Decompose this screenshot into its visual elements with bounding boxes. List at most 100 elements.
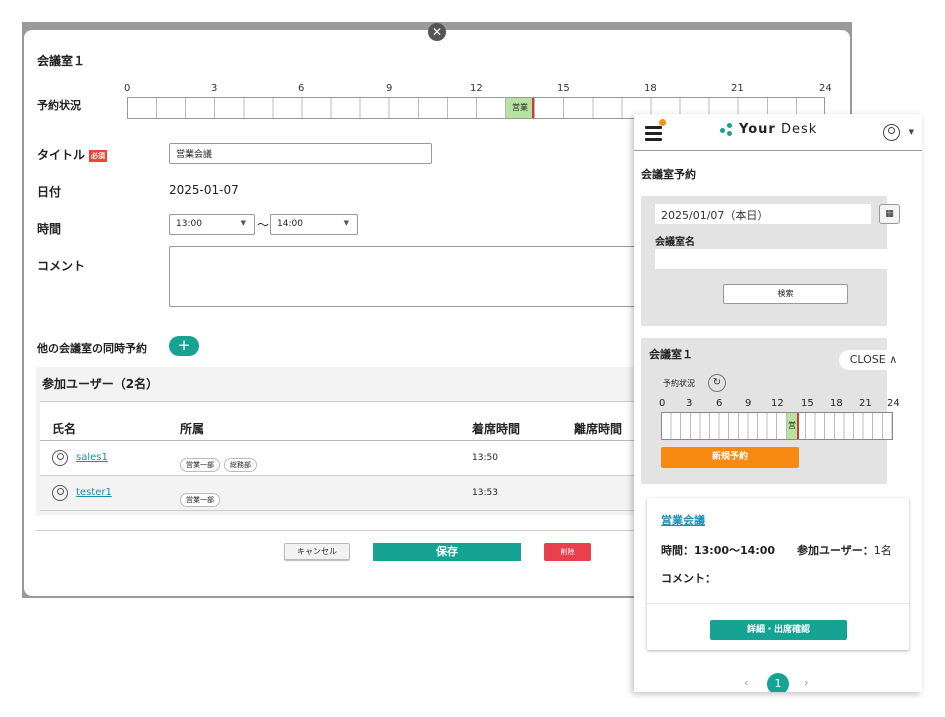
tick: 3 xyxy=(686,398,693,409)
current-time-marker xyxy=(797,413,799,439)
date-value: 2025-01-07 xyxy=(169,183,239,197)
title-label: タイトル 必須 xyxy=(37,148,108,162)
tick: 9 xyxy=(745,398,752,409)
chevron-down-icon[interactable]: ▼ xyxy=(909,128,914,136)
timeline-booking[interactable]: 営業 xyxy=(506,98,534,118)
mobile-status-label: 予約状況 xyxy=(663,379,695,388)
column-header: 離席時間 xyxy=(574,422,623,436)
save-button[interactable]: 保存 xyxy=(373,543,521,561)
new-reservation-button[interactable]: 新規予約 xyxy=(661,447,799,468)
chevron-down-icon: ▼ xyxy=(240,219,246,227)
refresh-icon[interactable]: ↻ xyxy=(708,374,726,392)
start-time-value: 13:00 xyxy=(176,219,202,229)
user-icon xyxy=(52,485,68,501)
tick: 21 xyxy=(731,83,744,94)
room-title: 会議室１ xyxy=(37,54,86,68)
card-comment-label: コメント： xyxy=(661,572,716,585)
page-current[interactable]: 1 xyxy=(767,673,789,692)
timeline-booking[interactable]: 営 xyxy=(787,413,797,439)
column-header: 所属 xyxy=(180,422,205,436)
user-link[interactable]: sales1 xyxy=(76,452,108,463)
tick: 21 xyxy=(859,398,872,409)
department-tag: 総務部 xyxy=(224,458,257,472)
required-badge: 必須 xyxy=(89,149,108,162)
tick: 15 xyxy=(801,398,814,409)
search-panel: 2025/01/07（本日） ▦ 会議室名 検索 xyxy=(641,196,900,326)
other-rooms-label: 他の会議室の同時予約 xyxy=(37,342,147,355)
mobile-panel: Your Desk ▼ 会議室予約 2025/01/07（本日） ▦ 会議室名 … xyxy=(634,114,922,692)
title-input[interactable]: 営業会議 xyxy=(169,143,432,164)
table-row: tester1 営業一部 13:53 xyxy=(40,476,656,511)
end-time-value: 14:00 xyxy=(277,219,303,229)
close-button[interactable]: CLOSE ∧ xyxy=(839,350,908,370)
comment-label: コメント xyxy=(37,259,86,273)
card-participants: 参加ユーザー：1名 xyxy=(797,544,892,557)
mobile-reservation-timeline[interactable]: 営 xyxy=(661,412,893,440)
user-icon xyxy=(52,450,68,466)
search-button[interactable]: 検索 xyxy=(723,284,848,304)
user-link[interactable]: tester1 xyxy=(76,487,112,498)
calendar-icon[interactable]: ▦ xyxy=(879,204,900,224)
tick: 0 xyxy=(124,83,131,94)
tick: 24 xyxy=(819,83,832,94)
end-time-select[interactable]: 14:00 ▼ xyxy=(270,214,358,235)
room-name-label: 会議室名 xyxy=(655,237,695,248)
department-tag: 営業一部 xyxy=(180,458,220,472)
table-row: sales1 営業一部 総務部 13:50 xyxy=(40,441,656,476)
start-time-select[interactable]: 13:00 ▼ xyxy=(169,214,255,235)
account-icon[interactable] xyxy=(883,124,900,141)
date-input[interactable]: 2025/01/07（本日） xyxy=(655,204,871,224)
add-room-button[interactable]: + xyxy=(169,336,199,356)
reservation-title-link[interactable]: 営業会議 xyxy=(661,512,705,528)
tick: 9 xyxy=(386,83,393,94)
mobile-header: Your Desk ▼ xyxy=(634,114,922,151)
tick: 0 xyxy=(659,398,666,409)
seated-time: 13:53 xyxy=(472,488,498,498)
column-header: 氏名 xyxy=(52,422,77,436)
date-label: 日付 xyxy=(37,185,62,199)
tick: 12 xyxy=(470,83,483,94)
notification-dot xyxy=(659,119,666,126)
participants-title: 参加ユーザー（2名） xyxy=(42,377,159,391)
mobile-room-title: 会議室１ xyxy=(649,348,693,361)
chevron-down-icon: ▼ xyxy=(343,219,349,227)
tick: 15 xyxy=(557,83,570,94)
prev-page-icon[interactable]: ‹ xyxy=(744,676,748,689)
status-label: 予約状況 xyxy=(37,99,81,112)
tick: 6 xyxy=(716,398,723,409)
next-page-icon[interactable]: › xyxy=(804,676,808,689)
logo-icon xyxy=(720,122,734,137)
time-label: 時間 xyxy=(37,222,62,236)
tick: 24 xyxy=(887,398,900,409)
close-icon[interactable]: ✕ xyxy=(428,23,446,41)
delete-button[interactable]: 削除 xyxy=(544,543,591,561)
tick: 12 xyxy=(771,398,784,409)
tick: 3 xyxy=(211,83,218,94)
participants-table: 氏名 所属 着席時間 離席時間 sales1 営業一部 総務部 13:50 tes… xyxy=(40,401,656,511)
department-tag: 営業一部 xyxy=(180,493,220,507)
room-name-input[interactable] xyxy=(655,249,900,269)
logo-bold: Your xyxy=(739,122,776,137)
divider xyxy=(647,603,909,604)
card-time: 時間：13:00〜14:00 xyxy=(661,544,776,557)
detail-button[interactable]: 詳細・出席確認 xyxy=(710,620,847,640)
tick: 6 xyxy=(298,83,305,94)
department-tags: 営業一部 xyxy=(180,487,224,507)
app-logo: Your Desk xyxy=(720,122,817,137)
logo-light: Desk xyxy=(775,122,818,137)
participants-panel: 参加ユーザー（2名） 氏名 所属 着席時間 離席時間 sales1 営業一部 総務… xyxy=(36,367,656,515)
column-header: 着席時間 xyxy=(472,422,521,436)
current-time-marker xyxy=(532,98,534,118)
table-header: 氏名 所属 着席時間 離席時間 xyxy=(40,401,656,441)
close-label: CLOSE xyxy=(849,353,886,366)
reservation-card: 営業会議 時間：13:00〜14:00 参加ユーザー：1名 コメント： 詳細・出… xyxy=(647,498,909,650)
page-title: 会議室予約 xyxy=(641,168,696,181)
chevron-up-icon: ∧ xyxy=(889,353,898,366)
tick: 18 xyxy=(644,83,657,94)
menu-icon[interactable] xyxy=(645,119,666,141)
comment-textarea[interactable] xyxy=(169,246,639,307)
room-panel: 会議室１ CLOSE ∧ 予約状況 ↻ 0 3 6 9 12 15 18 21 … xyxy=(641,338,908,484)
cancel-button[interactable]: キャンセル xyxy=(284,543,350,560)
department-tags: 営業一部 総務部 xyxy=(180,452,261,472)
seated-time: 13:50 xyxy=(472,453,498,463)
